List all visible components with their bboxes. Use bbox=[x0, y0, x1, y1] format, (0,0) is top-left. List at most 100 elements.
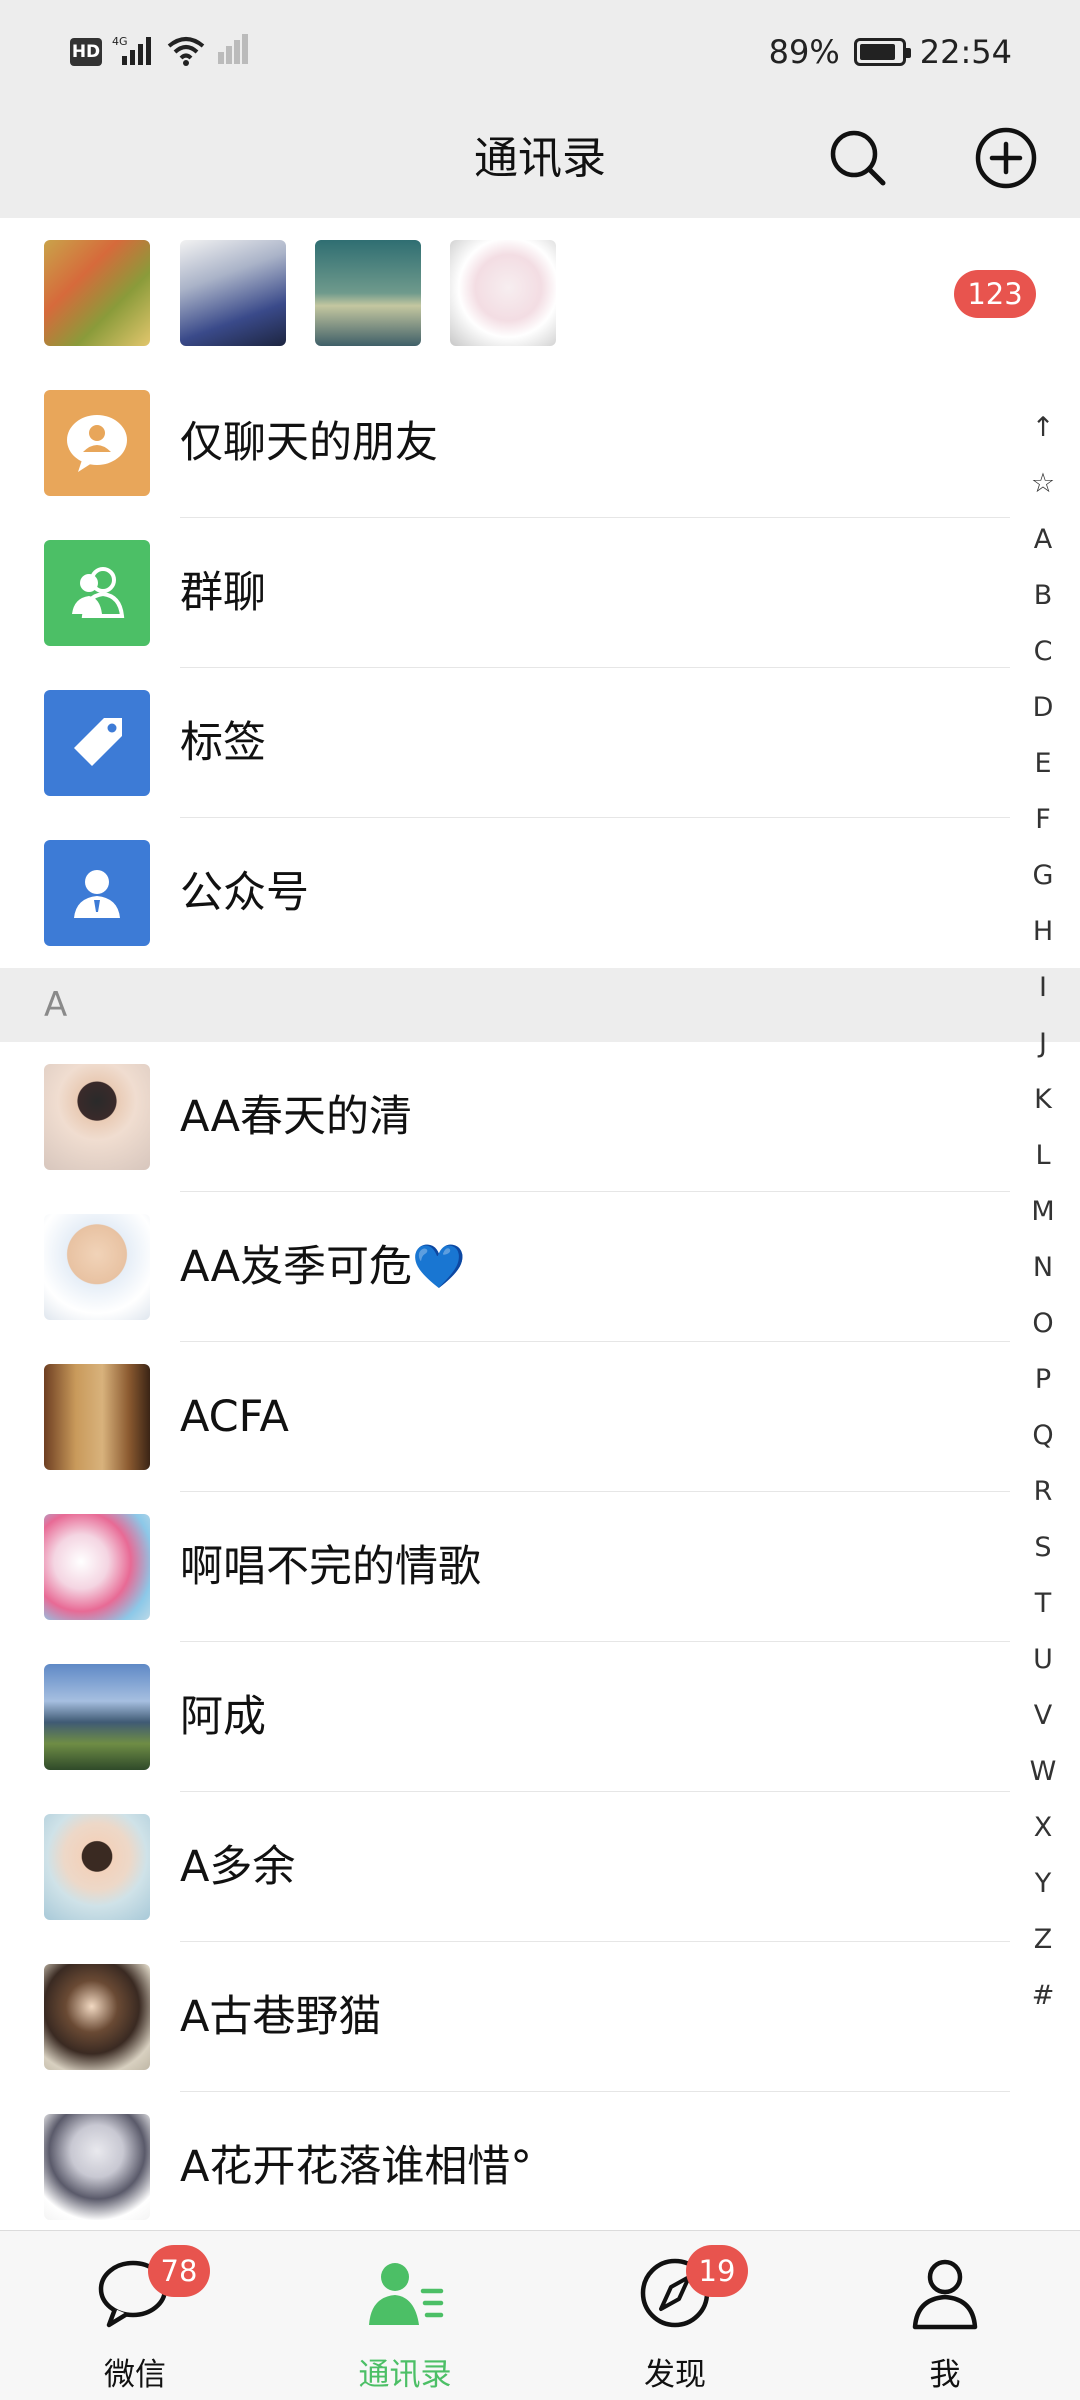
search-icon bbox=[830, 130, 886, 186]
new-friends-badge: 123 bbox=[954, 270, 1036, 318]
tab-label: 通讯录 bbox=[358, 2357, 452, 2393]
contact-row[interactable]: 啊唱不完的情歌 bbox=[0, 1492, 1010, 1642]
tag-icon bbox=[44, 690, 150, 796]
index-letter[interactable]: H bbox=[1020, 904, 1066, 960]
feature-official-accounts[interactable]: 公众号 bbox=[0, 818, 1010, 968]
index-letter[interactable]: S bbox=[1020, 1520, 1066, 1576]
contact-row[interactable]: AA春天的清 bbox=[0, 1042, 1010, 1192]
index-letter[interactable]: C bbox=[1020, 624, 1066, 680]
feature-tags[interactable]: 标签 bbox=[0, 668, 1010, 818]
feature-label: 公众号 bbox=[180, 868, 309, 918]
recent-avatar[interactable] bbox=[44, 240, 150, 346]
section-header-a: A bbox=[0, 968, 1080, 1042]
plus-circle-icon bbox=[975, 127, 1037, 189]
index-letter[interactable]: F bbox=[1020, 792, 1066, 848]
contact-row[interactable]: 阿成 bbox=[0, 1642, 1010, 1792]
index-letter[interactable]: J bbox=[1020, 1016, 1066, 1072]
contact-name: 啊唱不完的情歌 bbox=[180, 1542, 481, 1592]
person-icon bbox=[895, 2245, 995, 2341]
index-letter[interactable]: E bbox=[1020, 736, 1066, 792]
search-button[interactable] bbox=[818, 118, 898, 198]
index-letter[interactable]: W bbox=[1020, 1744, 1066, 1800]
contact-row[interactable]: AA岌季可危💙 bbox=[0, 1192, 1010, 1342]
index-letter[interactable]: # bbox=[1020, 1968, 1066, 2024]
discover-badge: 19 bbox=[686, 2245, 748, 2297]
index-letter[interactable]: Y bbox=[1020, 1856, 1066, 1912]
chat-person-icon bbox=[44, 390, 150, 496]
index-letter[interactable]: G bbox=[1020, 848, 1066, 904]
recent-avatar[interactable] bbox=[180, 240, 286, 346]
index-letter[interactable]: Z bbox=[1020, 1912, 1066, 1968]
contact-row[interactable]: A古巷野猫 bbox=[0, 1942, 1010, 2092]
signal-icon: 4G bbox=[112, 34, 156, 70]
battery-icon bbox=[853, 38, 911, 66]
contact-name: AA岌季可危💙 bbox=[180, 1242, 466, 1292]
index-letter[interactable]: K bbox=[1020, 1072, 1066, 1128]
feature-group-chats[interactable]: 群聊 bbox=[0, 518, 1010, 668]
contact-avatar bbox=[44, 1964, 150, 2070]
index-letter[interactable]: T bbox=[1020, 1576, 1066, 1632]
index-letter[interactable]: M bbox=[1020, 1184, 1066, 1240]
contact-row[interactable]: A多余 bbox=[0, 1792, 1010, 1942]
contact-row[interactable]: ACFA bbox=[0, 1342, 1010, 1492]
new-friends-strip[interactable]: 123 bbox=[0, 218, 1080, 368]
feature-label: 标签 bbox=[180, 718, 266, 768]
contacts-icon bbox=[355, 2245, 455, 2341]
tab-contacts[interactable]: 通讯录 bbox=[270, 2231, 540, 2400]
feature-label: 仅聊天的朋友 bbox=[180, 418, 438, 468]
contact-avatar bbox=[44, 1514, 150, 1620]
index-letter[interactable]: D bbox=[1020, 680, 1066, 736]
index-letter[interactable]: L bbox=[1020, 1128, 1066, 1184]
index-letter[interactable]: Q bbox=[1020, 1408, 1066, 1464]
index-letter[interactable]: U bbox=[1020, 1632, 1066, 1688]
chats-badge: 78 bbox=[148, 2245, 210, 2297]
clock: 22:54 bbox=[919, 33, 1012, 71]
recent-avatar[interactable] bbox=[315, 240, 421, 346]
feature-label: 群聊 bbox=[180, 568, 266, 618]
contact-avatar bbox=[44, 1064, 150, 1170]
index-letter[interactable]: V bbox=[1020, 1688, 1066, 1744]
index-letter[interactable]: R bbox=[1020, 1464, 1066, 1520]
top-bar: 通讯录 bbox=[0, 100, 1080, 218]
official-account-icon bbox=[44, 840, 150, 946]
contact-avatar bbox=[44, 1364, 150, 1470]
network-label: 4G bbox=[112, 35, 128, 48]
index-letter[interactable]: B bbox=[1020, 568, 1066, 624]
contact-avatar bbox=[44, 1814, 150, 1920]
page-title: 通讯录 bbox=[474, 133, 606, 184]
contact-name: A花开花落谁相惜° bbox=[180, 2142, 532, 2192]
status-bar: HD 4G 89% 22:54 bbox=[0, 0, 1080, 100]
wifi-icon bbox=[166, 34, 206, 70]
contact-row[interactable]: A花开花落谁相惜° bbox=[0, 2092, 1010, 2242]
tab-chats[interactable]: 78 微信 bbox=[0, 2231, 270, 2400]
alphabet-index[interactable]: ↑ ☆ A B C D E F G H I J K L M N O P Q R S T U V W X Y Z # bbox=[1020, 400, 1066, 2024]
contact-name: ACFA bbox=[180, 1392, 289, 1442]
contact-name: A多余 bbox=[180, 1842, 296, 1892]
bottom-nav: 78 微信 通讯录 19 发现 我 bbox=[0, 2230, 1080, 2400]
index-letter[interactable]: I bbox=[1020, 960, 1066, 1016]
tab-label: 我 bbox=[929, 2357, 961, 2393]
contact-avatar bbox=[44, 1664, 150, 1770]
hd-badge: HD bbox=[70, 38, 102, 66]
index-letter[interactable]: ☆ bbox=[1020, 456, 1066, 512]
tab-label: 微信 bbox=[104, 2357, 166, 2393]
secondary-signal-icon bbox=[216, 34, 252, 70]
index-letter[interactable]: N bbox=[1020, 1240, 1066, 1296]
add-button[interactable] bbox=[966, 118, 1046, 198]
status-left: HD 4G bbox=[70, 30, 252, 74]
index-letter[interactable]: X bbox=[1020, 1800, 1066, 1856]
contact-name: A古巷野猫 bbox=[180, 1992, 382, 2042]
tab-discover[interactable]: 19 发现 bbox=[540, 2231, 810, 2400]
feature-chat-only-friends[interactable]: 仅聊天的朋友 bbox=[0, 368, 1010, 518]
tab-me[interactable]: 我 bbox=[810, 2231, 1080, 2400]
contact-avatar bbox=[44, 2114, 150, 2220]
group-icon bbox=[44, 540, 150, 646]
index-letter[interactable]: ↑ bbox=[1020, 400, 1066, 456]
index-letter[interactable]: O bbox=[1020, 1296, 1066, 1352]
battery-level bbox=[859, 44, 896, 60]
contact-name: AA春天的清 bbox=[180, 1092, 413, 1142]
index-letter[interactable]: P bbox=[1020, 1352, 1066, 1408]
recent-avatar[interactable] bbox=[450, 240, 556, 346]
section-letter: A bbox=[44, 985, 68, 1025]
index-letter[interactable]: A bbox=[1020, 512, 1066, 568]
